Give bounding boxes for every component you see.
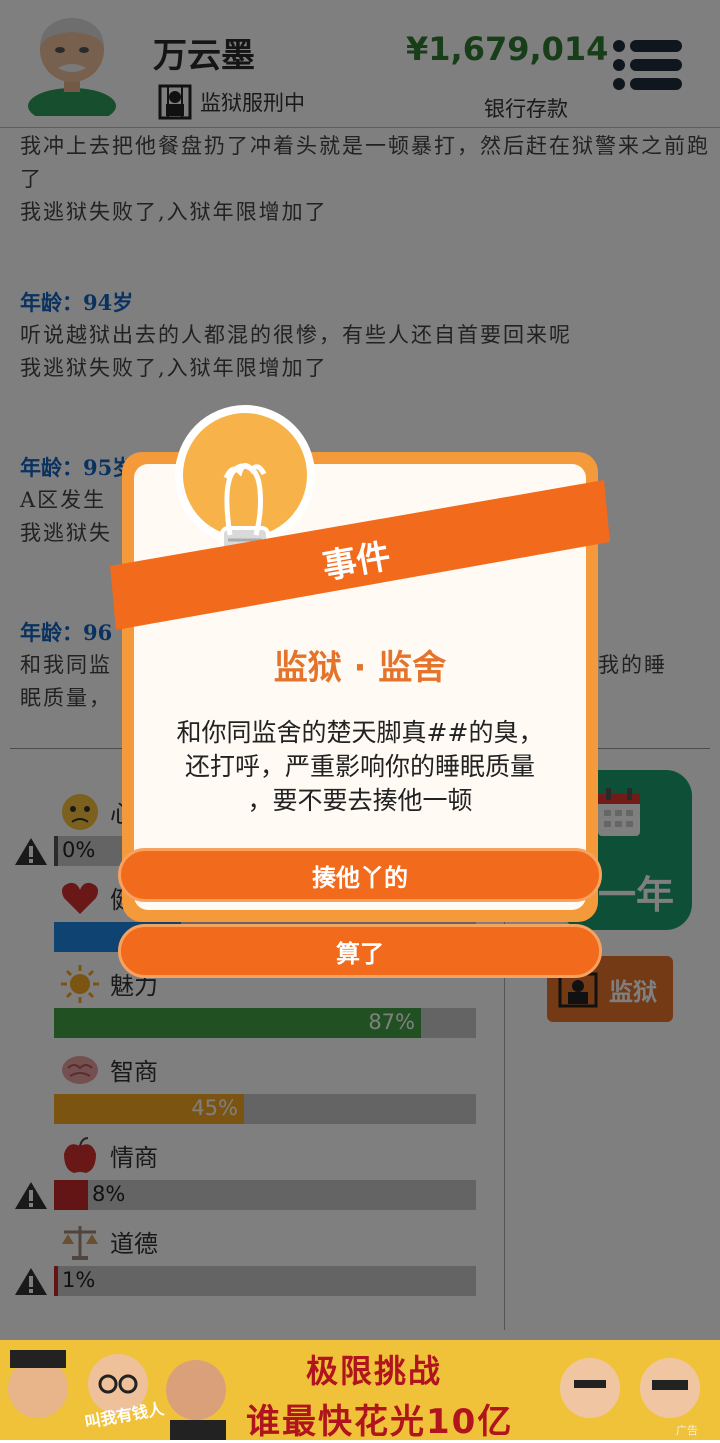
ad-tag: 广告: [676, 1424, 698, 1437]
ad-tagline: 谁最快花光10亿: [246, 1402, 514, 1442]
event-text-line: ，要不要去揍他一顿: [247, 786, 473, 815]
event-text-line: 和你同监舍的楚天脚真##的臭，: [176, 718, 544, 747]
ad-headline: 极限挑战: [306, 1352, 443, 1390]
event-title: 监狱 · 监舍: [273, 648, 447, 688]
event-text-line: 还打呼，严重影响你的睡眠质量: [184, 752, 535, 781]
option-fight-button[interactable]: 揍他丫的: [118, 848, 602, 902]
option-cancel-button[interactable]: 算了: [118, 924, 602, 978]
event-description: 和你同监舍的楚天脚真##的臭， 还打呼，严重影响你的睡眠质量 ，要不要去揍他一顿: [150, 716, 570, 818]
